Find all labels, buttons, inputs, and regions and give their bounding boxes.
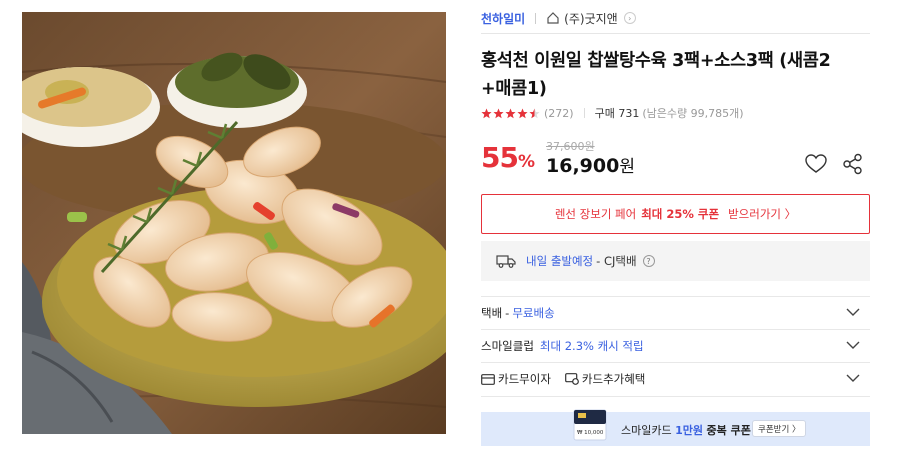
help-icon[interactable]: ? bbox=[642, 255, 655, 267]
smilecard-icon: ₩ 10,000 bbox=[573, 409, 607, 441]
get-coupon-button[interactable]: 쿠폰받기 〉 bbox=[752, 420, 807, 437]
accordion-delivery[interactable]: 택배 - 무료배송 bbox=[481, 296, 870, 329]
sale-price: 16,900원 bbox=[546, 152, 635, 177]
purchase-count: 구매 731 bbox=[594, 107, 640, 120]
card-amount: ₩ 10,000 bbox=[577, 430, 604, 436]
rating-divider bbox=[583, 108, 585, 118]
sale-price-amount: 16,900 bbox=[546, 155, 620, 177]
star-icon bbox=[505, 108, 516, 118]
coupon-highlight: 최대 25% 쿠폰 bbox=[641, 207, 720, 221]
review-count[interactable]: (272) bbox=[544, 107, 574, 120]
shipping-info: 내일 출발예정 - CJ택배 ? bbox=[481, 241, 870, 281]
remaining-stock: (남은수량 99,785개) bbox=[642, 107, 744, 120]
smilecard-suffix: 중복 쿠폰 bbox=[706, 424, 751, 437]
chevron-down-icon bbox=[846, 308, 860, 316]
smilecard-prefix: 스마일카드 bbox=[621, 424, 672, 437]
product-photo-illustration bbox=[22, 12, 446, 434]
chevron-down-icon bbox=[846, 374, 860, 382]
sale-price-unit: 원 bbox=[619, 157, 635, 177]
product-title: 홍석천 이원일 찹쌀탕수육 3팩+소스3팩 (새콤2 +매콤1) bbox=[481, 47, 875, 103]
coupon-banner[interactable]: 렌선 장보기 페어 최대 25% 쿠폰 받으러가기 〉 bbox=[481, 194, 870, 234]
star-half-icon bbox=[529, 108, 540, 118]
coupon-action: 받으러가기 〉 bbox=[728, 207, 797, 221]
accordion-dash: - bbox=[505, 306, 510, 320]
accordion-card-benefits[interactable]: 카드무이자 카드추가혜택 bbox=[481, 362, 870, 395]
smilecard-highlight: 1만원 bbox=[675, 424, 704, 437]
heart-icon[interactable] bbox=[804, 152, 828, 176]
accordion-value: 무료배송 bbox=[512, 306, 555, 320]
accordion-label: 스마일클럽 bbox=[481, 339, 534, 353]
product-title-line2: +매콤1) bbox=[481, 79, 547, 99]
accordion-smileclub[interactable]: 스마일클럽 최대 2.3% 캐시 적립 bbox=[481, 329, 870, 362]
product-title-line1: 홍석천 이원일 찹쌀탕수육 3팩+소스3팩 (새콤2 bbox=[481, 51, 831, 71]
coupon-prefix: 렌선 장보기 페어 bbox=[554, 207, 637, 221]
share-icon[interactable] bbox=[841, 152, 865, 176]
brand-link[interactable]: 천하일미 bbox=[481, 10, 525, 27]
chevron-down-icon bbox=[846, 341, 860, 349]
dispatch-date: 내일 출발예정 bbox=[526, 254, 594, 268]
carrier-name: - CJ택배 bbox=[596, 254, 637, 268]
header-divider bbox=[481, 33, 870, 34]
star-rating[interactable] bbox=[481, 108, 540, 119]
shop-link[interactable]: (주)굿지앤 bbox=[564, 10, 618, 27]
smilecard-text: 스마일카드 1만원 중복 쿠폰 bbox=[621, 422, 751, 438]
card-extra-benefit-label: 카드추가혜택 bbox=[581, 372, 646, 386]
seller-row: 천하일미 (주)굿지앤 › bbox=[481, 9, 636, 27]
chevron-right-icon[interactable]: › bbox=[623, 12, 636, 24]
seller-divider bbox=[535, 12, 537, 24]
truck-icon bbox=[496, 253, 516, 269]
accordion-value: 최대 2.3% 캐시 적립 bbox=[539, 339, 644, 353]
discount-rate: 55% bbox=[481, 141, 535, 174]
product-image[interactable] bbox=[22, 12, 446, 434]
star-icon bbox=[517, 108, 528, 118]
smilecard-coupon-banner[interactable]: ₩ 10,000 스마일카드 1만원 중복 쿠폰 쿠폰받기 〉 bbox=[481, 409, 870, 446]
home-icon[interactable] bbox=[546, 11, 560, 25]
product-info-panel: 천하일미 (주)굿지앤 › 홍석천 이원일 찹쌀탕수육 3팩+소스3팩 (새콤2… bbox=[481, 0, 870, 452]
accordion-label: 택배 bbox=[481, 306, 503, 320]
discount-unit: % bbox=[517, 152, 536, 172]
card-installment: 카드무이자 bbox=[481, 371, 551, 387]
card-coin-icon bbox=[565, 373, 579, 385]
card-extra-benefit: 카드추가혜택 bbox=[565, 371, 645, 387]
discount-number: 55 bbox=[481, 141, 519, 174]
rating-row: (272) 구매 731 (남은수량 99,785개) bbox=[481, 105, 744, 121]
credit-card-icon bbox=[481, 373, 495, 385]
price-area: 55% 37,600원 16,900원 bbox=[481, 136, 870, 180]
card-installment-label: 카드무이자 bbox=[498, 372, 551, 386]
accordion-bottom-divider bbox=[481, 396, 870, 397]
star-icon bbox=[493, 108, 504, 118]
star-icon bbox=[481, 108, 492, 118]
